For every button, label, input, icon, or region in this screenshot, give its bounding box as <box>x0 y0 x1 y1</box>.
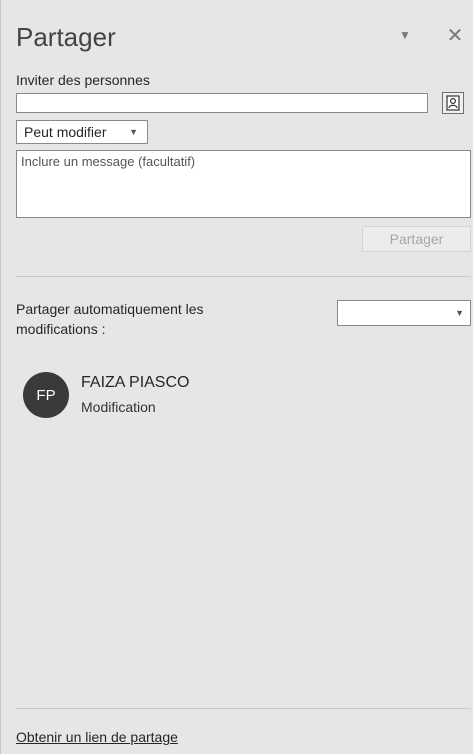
close-button[interactable]: ✕ <box>443 24 467 47</box>
chevron-down-icon: ▼ <box>455 308 464 318</box>
permission-value: Peut modifier <box>24 124 107 140</box>
share-pane: Partager ▼ ✕ Inviter des personnes Peut … <box>0 0 473 754</box>
auto-share-label: Partager automatiquement les modificatio… <box>16 301 204 337</box>
auto-share-dropdown[interactable]: ▼ <box>337 300 471 326</box>
message-field[interactable] <box>16 150 471 218</box>
share-button[interactable]: Partager <box>362 226 471 252</box>
chevron-down-icon: ▼ <box>129 127 138 137</box>
address-book-icon <box>446 95 460 111</box>
close-icon: ✕ <box>446 24 464 47</box>
pane-options-button[interactable]: ▼ <box>393 24 417 46</box>
caret-down-icon: ▼ <box>399 28 411 42</box>
pane-title: Partager <box>16 22 116 52</box>
divider <box>16 708 471 709</box>
divider <box>16 276 471 277</box>
person-name: FAIZA PIASCO <box>81 374 190 391</box>
avatar: FP <box>23 372 69 418</box>
invite-input[interactable] <box>16 93 428 113</box>
permission-dropdown[interactable]: Peut modifier ▼ <box>16 120 148 144</box>
get-sharing-link[interactable]: Obtenir un lien de partage <box>16 729 178 745</box>
invite-label: Inviter des personnes <box>16 72 150 88</box>
person-permission: Modification <box>81 399 156 415</box>
address-book-button[interactable] <box>442 92 464 114</box>
